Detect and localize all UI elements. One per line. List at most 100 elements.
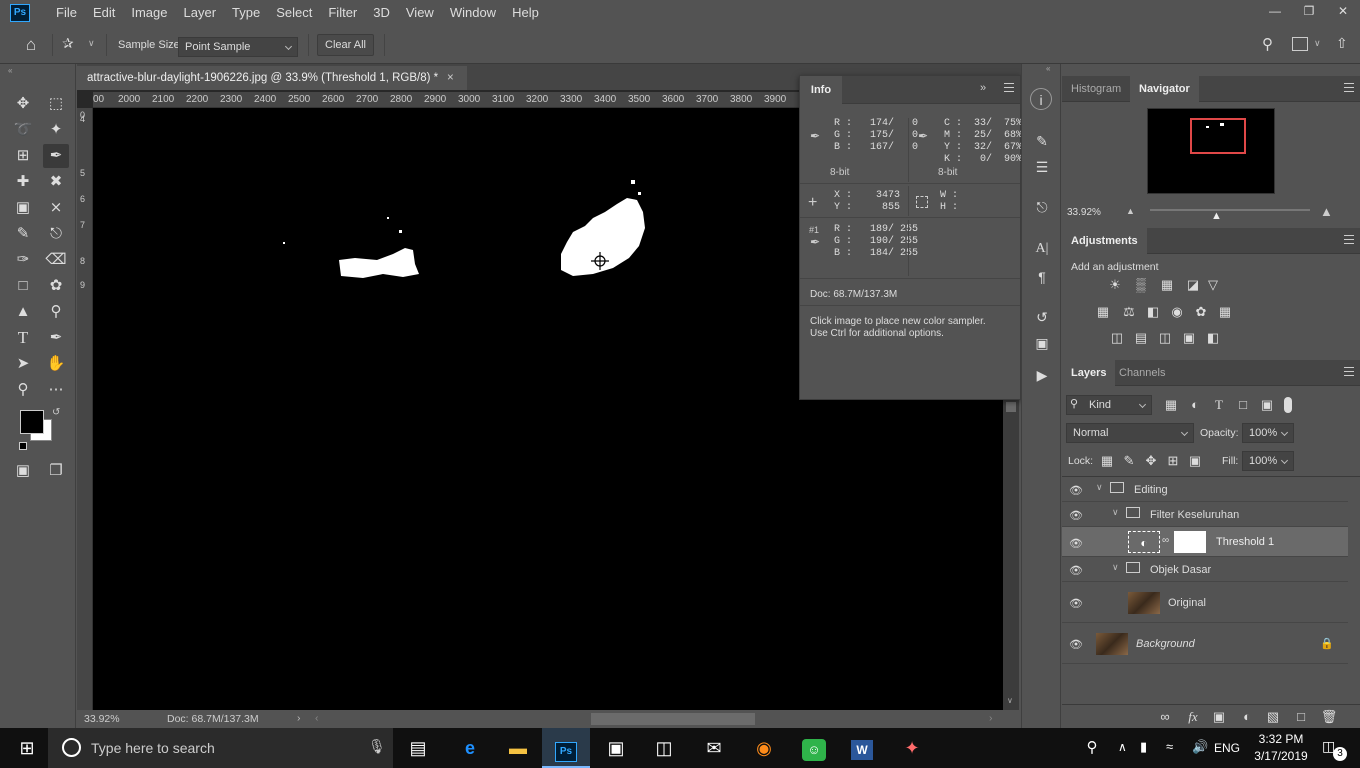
show-hidden-icons[interactable]: ∧ [1118,740,1127,754]
menu-type[interactable]: Type [224,0,268,26]
hand-tool-icon[interactable]: ✋ [43,352,69,376]
healing-brush-tool-icon[interactable]: ✚ [10,170,36,194]
filter-smart-object-icon[interactable]: ▣ [1258,397,1276,413]
eyedropper-tool-icon[interactable]: ✒ [43,144,69,168]
more-tools-icon[interactable]: ⋯ [43,378,69,402]
visibility-eye-icon[interactable]: 👁 [1069,564,1085,577]
menu-image[interactable]: Image [123,0,175,26]
scroll-thumb[interactable] [1006,402,1016,412]
layer-row-filter-keseluruhan[interactable]: 👁 ∨ Filter Keseluruhan [1062,502,1348,527]
blur-tool-icon[interactable]: ✿ [43,274,69,298]
firefox-icon[interactable]: ◉ [740,728,788,768]
visibility-eye-icon[interactable]: 👁 [1069,638,1085,651]
menu-filter[interactable]: Filter [320,0,365,26]
properties-icon[interactable]: ☰ [1030,156,1054,178]
levels-icon[interactable]: ▒ [1132,277,1150,293]
zoom-in-icon[interactable]: ▲ [1320,204,1333,219]
lock-transparent-icon[interactable]: ▦ [1098,453,1116,469]
close-tab-icon[interactable]: × [447,66,454,90]
add-mask-icon[interactable]: ▣ [1210,709,1228,725]
language-indicator[interactable]: ENG [1214,741,1240,755]
microphone-icon[interactable]: 🎙 [368,738,386,755]
status-menu-icon[interactable]: › [297,712,301,724]
paint-icon[interactable]: ✦ [888,728,936,768]
screen-mode-icon[interactable]: ❐ [43,459,69,483]
minimize-icon[interactable]: — [1258,0,1292,22]
gradient-tool-icon[interactable]: □ [10,274,36,298]
swap-colors-icon[interactable]: ↺ [52,407,60,418]
delete-layer-icon[interactable]: 🗑 [1320,709,1338,725]
lock-position-icon[interactable]: ✥ [1142,453,1160,469]
character-icon[interactable]: A| [1030,238,1054,260]
people-icon[interactable]: ⚲ [1068,728,1116,768]
chevron-down-icon[interactable]: ∨ [88,38,95,49]
scroll-left-icon[interactable]: ‹ [315,712,319,724]
lock-artboard-icon[interactable]: ⊞ [1164,453,1182,469]
zoom-level[interactable]: 33.92% [84,713,120,725]
content-aware-move-tool-icon[interactable]: ⨯ [43,196,69,220]
eraser-tool-icon[interactable]: ⌫ [43,248,69,272]
chevron-down-icon[interactable]: ∨ [1096,482,1103,493]
visibility-eye-icon[interactable]: 👁 [1069,509,1085,522]
layer-row-background[interactable]: 👁 Background 🔒 [1062,623,1348,664]
panel-menu-icon[interactable] [1344,235,1354,244]
chevron-down-icon[interactable]: ∨ [1112,507,1119,518]
navigator-zoom[interactable]: 33.92% [1067,207,1101,218]
zoom-tool-icon[interactable]: ⚲ [10,378,36,402]
menu-help[interactable]: Help [504,0,547,26]
panel-menu-icon[interactable] [1004,83,1014,92]
hue-saturation-icon[interactable]: ▦ [1094,304,1112,320]
sample-size-select[interactable]: Point Sample [178,37,298,57]
clear-all-button[interactable]: Clear All [317,34,374,56]
exposure-icon[interactable]: ◪ [1184,277,1202,293]
new-layer-icon[interactable]: □ [1292,709,1310,725]
info-tab[interactable]: Info [800,76,842,104]
layer-row-threshold[interactable]: 👁 ◐ ∞ Threshold 1 [1062,527,1348,557]
new-adjustment-icon[interactable]: ◐ [1238,709,1256,725]
default-colors-icon[interactable] [19,442,27,450]
menu-edit[interactable]: Edit [85,0,123,26]
pen-tool-icon[interactable]: ✒ [43,326,69,350]
fill-input[interactable]: 100% [1242,451,1294,471]
foreground-color-swatch[interactable] [20,410,44,434]
tab-layers[interactable]: Layers [1062,360,1116,386]
brush-settings-icon[interactable]: ✎ [1030,130,1054,152]
zoom-slider-handle[interactable]: ▲ [1211,210,1222,222]
task-view-icon[interactable]: ▤ [394,728,442,768]
clock-time[interactable]: 3:32 PM [1253,732,1309,746]
windows-start-icon[interactable]: ⊞ [3,728,51,768]
word-icon[interactable]: W [838,728,886,768]
filter-shape-icon[interactable]: □ [1234,397,1252,413]
dodge-tool-icon[interactable]: ⚲ [43,300,69,324]
home-icon[interactable]: ⌂ [20,35,42,55]
brush-tool-icon[interactable]: ✎ [10,222,36,246]
wifi-icon[interactable]: ≈ [1166,739,1173,754]
patch-tool-icon[interactable]: ✖ [43,170,69,194]
filter-type-icon[interactable]: T [1210,397,1228,413]
photoshop-taskbar-icon[interactable]: Ps [542,728,590,768]
lock-image-icon[interactable]: ✎ [1120,453,1138,469]
curves-icon[interactable]: ▦ [1158,277,1176,293]
restore-icon[interactable]: ❐ [1292,0,1326,22]
threshold-icon[interactable]: ◫ [1156,330,1174,346]
horizontal-scroll-thumb[interactable] [591,713,755,725]
filter-pixel-icon[interactable]: ▦ [1162,397,1180,413]
photo-filter-icon[interactable]: ◉ [1168,304,1186,320]
3d-icon[interactable]: ▣ [1030,332,1054,354]
history-brush-tool-icon[interactable]: ✑ [10,248,36,272]
paragraph-icon[interactable]: ¶ [1030,266,1054,288]
menu-3d[interactable]: 3D [365,0,398,26]
photos-app-icon[interactable]: ▣ [592,728,640,768]
zoom-out-icon[interactable]: ▲ [1126,206,1135,216]
clone-stamp-tool-icon[interactable]: ⎋ [43,222,69,246]
posterize-icon[interactable]: ▤ [1132,330,1150,346]
lock-all-icon[interactable]: ▣ [1186,453,1204,469]
menu-window[interactable]: Window [442,0,504,26]
lasso-tool-icon[interactable]: ➰ [10,118,36,142]
document-tab[interactable]: attractive-blur-daylight-1906226.jpg @ 3… [77,66,467,90]
move-tool-icon[interactable]: ✥ [10,92,36,116]
vibrance-icon[interactable]: ▽ [1204,277,1222,293]
tab-adjustments[interactable]: Adjustments [1062,228,1147,254]
menu-view[interactable]: View [398,0,442,26]
workspace-icon[interactable] [1292,37,1308,51]
